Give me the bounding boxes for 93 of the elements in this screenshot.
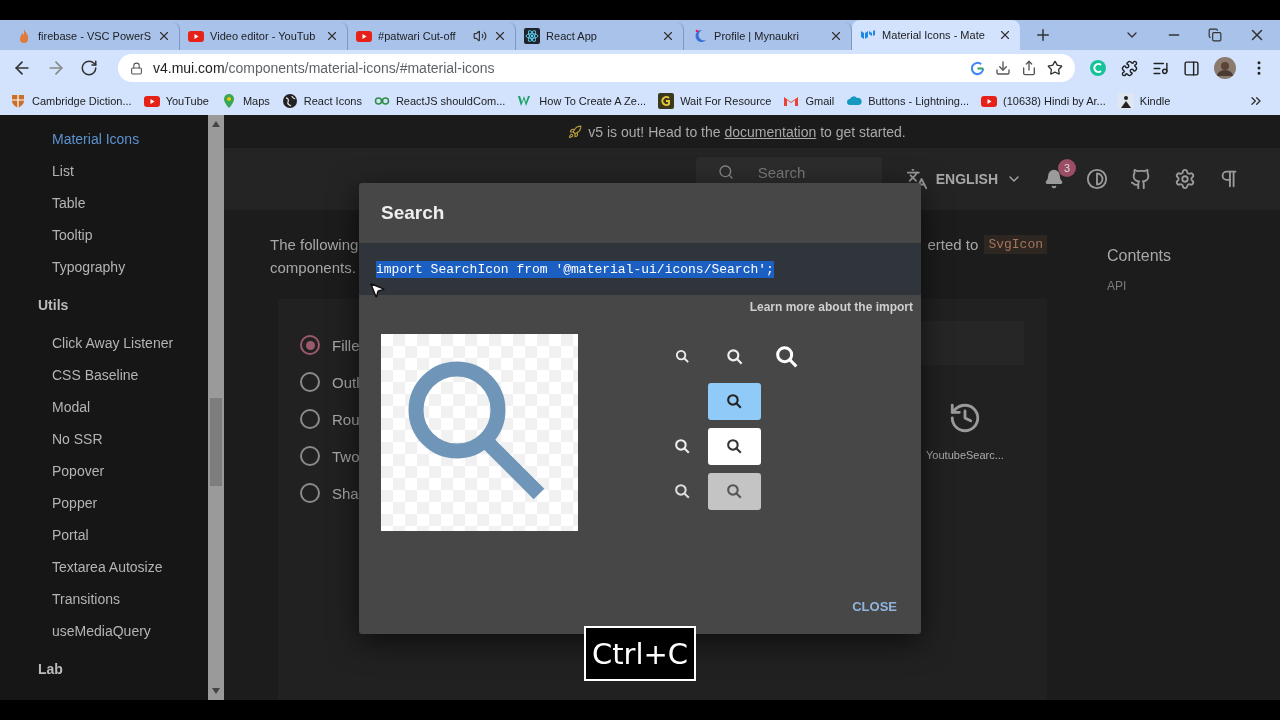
nav-item[interactable]: Popper (0, 487, 208, 519)
nav-item[interactable]: Textarea Autosize (0, 551, 208, 583)
dialog-title: Search (380, 201, 446, 225)
bookmark-link[interactable]: Kindle (1117, 92, 1171, 109)
learn-more-link[interactable]: Learn more about the import (749, 300, 913, 314)
search-icon (724, 346, 745, 367)
announcement-text: v5 is out! Head to the documentation to get started. (588, 123, 906, 140)
nav-section-heading: Lab (37, 660, 64, 679)
scrollbar-thumb[interactable] (210, 398, 222, 486)
puzzle-icon[interactable] (1121, 59, 1138, 77)
bookmark-star-icon[interactable] (1047, 60, 1063, 76)
url-text: v4.mui.com/components/material-icons/#material-icons (153, 60, 496, 76)
bookmark-link[interactable]: Wait For Resource (658, 92, 772, 109)
speaker-icon[interactable] (473, 29, 488, 43)
share-icon[interactable] (1021, 60, 1037, 76)
search-icon (725, 482, 744, 501)
nav-item[interactable]: Table (0, 187, 208, 219)
bookmark-link[interactable]: Buttons - Lightning... (846, 92, 970, 109)
nav-item[interactable]: CSS Baseline (0, 359, 208, 391)
code-chip: SvgIcon (984, 235, 1047, 254)
nav-item[interactable]: Tooltip (0, 219, 208, 251)
rocket-icon (568, 124, 583, 139)
import-code[interactable]: import SearchIcon from '@material-ui/icons/Search'; (376, 260, 774, 278)
nav-item[interactable]: Modal (0, 391, 208, 423)
address-field[interactable]: v4.mui.com/components/material-icons/#material-icons (118, 54, 1075, 82)
contents-link[interactable]: API (1107, 279, 1172, 293)
atom-icon (524, 28, 541, 44)
bookmark-link[interactable]: Maps (220, 92, 270, 109)
lock-icon (130, 61, 143, 75)
nav-item[interactable]: Typography (0, 251, 208, 283)
avatar-icon[interactable] (1214, 57, 1236, 79)
bookmark-link[interactable]: ReactJS shouldCom... (373, 92, 506, 109)
nav-item[interactable]: Material Icons (0, 123, 208, 155)
radio-icon[interactable] (300, 409, 320, 429)
play-icon (356, 28, 373, 44)
documentation-link[interactable]: documentation (724, 123, 817, 140)
play-icon (188, 28, 205, 44)
radio-icon[interactable] (300, 446, 320, 466)
nav-section-heading: Utils (37, 296, 70, 315)
bookmark-link[interactable]: (10638) Hindi by Ar... (981, 92, 1106, 109)
translate-icon (905, 168, 928, 190)
search-icon (673, 482, 692, 501)
nav-item[interactable]: Portal (0, 519, 208, 551)
close-button[interactable]: CLOSE (844, 593, 905, 620)
theme-radio[interactable]: Two (300, 446, 520, 466)
theme-toggle-icon[interactable] (1086, 168, 1108, 190)
scroll-up-icon[interactable] (212, 121, 220, 127)
bookmark-link[interactable]: Gmail (783, 92, 835, 109)
globe-icon (281, 92, 298, 109)
google-logo-icon[interactable] (970, 60, 985, 76)
bookmark-link[interactable]: YouTube (143, 92, 209, 109)
search-icon (725, 437, 744, 456)
icon-name: YoutubeSearc... (926, 449, 1004, 461)
search-icon (674, 348, 691, 365)
intro-text: The following (270, 236, 359, 253)
radio-icon[interactable] (300, 483, 320, 503)
theme-radio[interactable]: Sha (300, 483, 520, 503)
shield-icon (10, 92, 26, 109)
search-icon (673, 437, 692, 456)
keystroke-overlay: Ctrl+C (584, 626, 696, 681)
nav-item[interactable]: Transitions (0, 583, 208, 615)
bookmark-link[interactable]: React Icons (281, 92, 362, 109)
reload-icon[interactable] (80, 59, 98, 77)
radio-icon[interactable] (300, 335, 320, 355)
nav-item[interactable]: useMediaQuery (0, 615, 208, 647)
nav-item[interactable]: Popover (0, 455, 208, 487)
intro-text: components. (270, 259, 356, 276)
g-logo-icon (658, 92, 675, 109)
history-search-icon[interactable] (948, 401, 982, 435)
search-icon (717, 164, 734, 180)
reader-icon (1117, 92, 1134, 109)
bell-icon[interactable] (1044, 169, 1064, 189)
mouse-cursor-icon (368, 281, 386, 299)
bookmark-link[interactable]: Cambridge Diction... (10, 92, 132, 109)
nav-item[interactable]: Click Away Listener (0, 327, 208, 359)
theme-radio[interactable]: Fille (300, 335, 520, 355)
browser-tab[interactable]: Material Icons - Mate (852, 20, 1021, 50)
scrollbar[interactable] (208, 115, 224, 700)
bookmark-link[interactable]: How To Create A Ze... (517, 92, 647, 109)
github-icon[interactable] (1130, 168, 1152, 190)
settings-icon[interactable] (1174, 168, 1196, 190)
contents-heading: Contents (1107, 247, 1172, 265)
side-panel-icon[interactable] (1183, 59, 1200, 77)
radio-icon[interactable] (300, 372, 320, 392)
theme-radio[interactable]: Rou (300, 409, 520, 429)
nav-item[interactable]: List (0, 155, 208, 187)
restore-icon[interactable] (1208, 28, 1222, 42)
notification-badge: 3 (1058, 159, 1076, 177)
search-icon (725, 392, 744, 411)
install-icon[interactable] (995, 60, 1011, 76)
scroll-down-icon[interactable] (212, 688, 220, 694)
intro-text: erted to (927, 236, 979, 253)
nav-item[interactable]: No SSR (0, 423, 208, 455)
